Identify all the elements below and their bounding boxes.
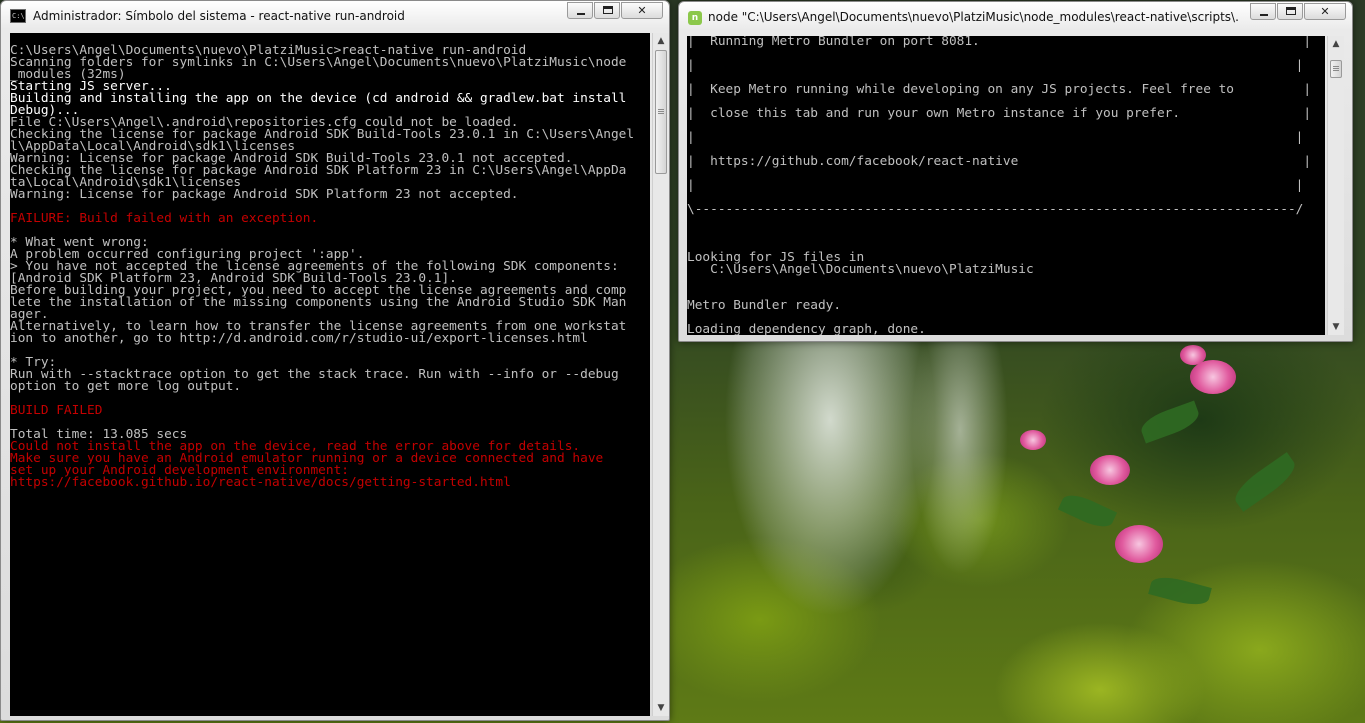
flower-decoration [1115,525,1163,563]
minimize-icon [1260,14,1268,16]
console-line: | https://github.com/facebook/react-nati… [687,154,1312,169]
node-titlebar[interactable]: n node "C:\Users\Angel\Documents\nuevo\P… [679,2,1352,32]
cmd-console-output[interactable]: C:\Users\Angel\Documents\nuevo\PlatziMus… [10,33,650,716]
scroll-up-button[interactable]: ▲ [653,33,669,49]
maximize-button[interactable] [1277,3,1303,20]
node-console-output[interactable]: | Running Metro Bundler on port 8081. | |… [687,36,1325,335]
close-button[interactable]: ✕ [621,2,663,19]
scroll-down-button[interactable]: ▼ [653,700,669,716]
close-icon: ✕ [1320,5,1330,18]
scroll-thumb[interactable] [1330,60,1342,78]
console-line: https://facebook.github.io/react-native/… [10,475,511,490]
flower-decoration [1190,360,1236,394]
cmd-caption-buttons: ✕ [566,2,663,22]
flower-decoration [1180,345,1206,365]
close-icon: ✕ [637,4,647,17]
leaf-decoration [1137,400,1203,444]
cmd-window[interactable]: C:\ Administrador: Símbolo del sistema -… [0,0,670,721]
console-line: option to get more log output. [10,379,242,394]
node-vertical-scrollbar[interactable]: ▲ ▼ [1327,36,1344,335]
console-line: lete the installation of the missing com… [10,295,627,310]
flower-decoration [1090,455,1130,485]
console-line: Metro Bundler ready. [687,298,842,313]
node-icon[interactable]: n [688,11,702,25]
console-line: FAILURE: Build failed with an exception. [10,211,319,226]
maximize-icon [1286,7,1296,15]
minimize-button[interactable] [567,2,593,19]
console-line: Warning: License for package Android SDK… [10,187,519,202]
console-line: Loading dependency graph, done. [687,322,926,335]
console-line: C:\Users\Angel\Documents\nuevo\PlatziMus… [687,262,1034,277]
minimize-icon [577,13,585,15]
node-caption-buttons: ✕ [1249,3,1346,23]
console-line: | close this tab and run your own Metro … [687,106,1312,121]
console-line: Building and installing the app on the d… [10,91,627,106]
console-line: BUILD FAILED [10,403,103,418]
node-window[interactable]: n node "C:\Users\Angel\Documents\nuevo\P… [678,1,1353,342]
cmd-window-title: Administrador: Símbolo del sistema - rea… [33,9,405,23]
close-button[interactable]: ✕ [1304,3,1346,20]
console-line: | Keep Metro running while developing on… [687,82,1312,97]
console-line: | | [687,58,1304,73]
scroll-down-button[interactable]: ▼ [1328,319,1344,335]
cmd-icon[interactable]: C:\ [10,9,26,23]
maximize-button[interactable] [594,2,620,19]
scroll-thumb[interactable] [655,50,667,174]
node-window-title: node "C:\Users\Angel\Documents\nuevo\Pla… [708,10,1238,24]
cmd-vertical-scrollbar[interactable]: ▲ ▼ [652,33,669,716]
console-line: | | [687,178,1304,193]
console-line: \---------------------------------------… [687,202,1304,217]
leaf-decoration [1148,572,1212,610]
scroll-up-button[interactable]: ▲ [1328,36,1344,52]
cmd-titlebar[interactable]: C:\ Administrador: Símbolo del sistema -… [1,1,669,31]
flower-decoration [1020,430,1046,450]
console-line: | Running Metro Bundler on port 8081. | [687,36,1312,49]
leaf-decoration [1057,489,1118,533]
console-line: ion to another, go to http://d.android.c… [10,331,588,346]
minimize-button[interactable] [1250,3,1276,20]
console-line: | | [687,130,1304,145]
leaf-decoration [1229,452,1301,512]
maximize-icon [603,6,613,14]
